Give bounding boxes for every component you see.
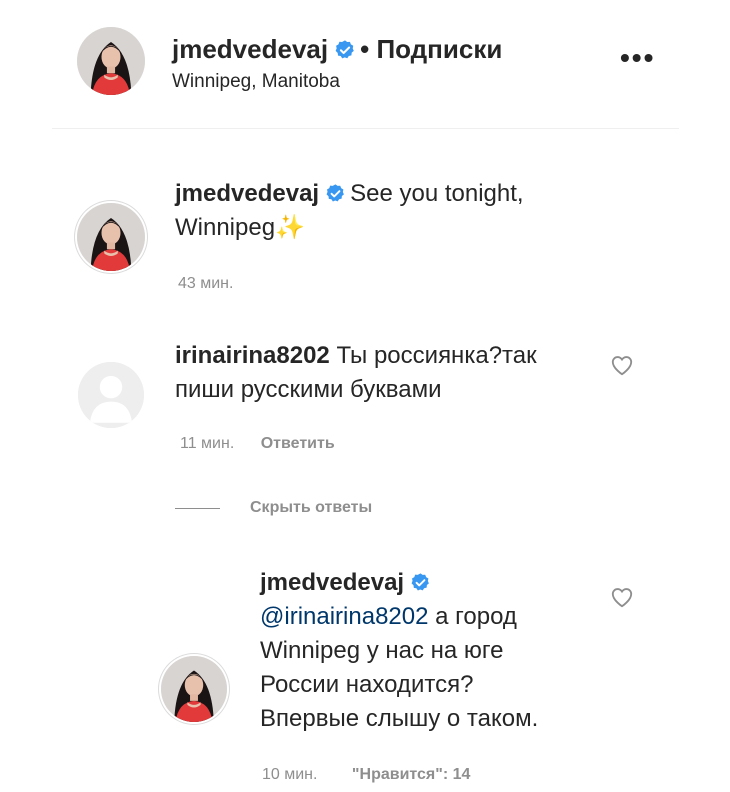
more-options-icon[interactable]: ••• — [620, 44, 655, 72]
avatar-image — [77, 27, 145, 95]
reply-mention-link[interactable]: @irinairina8202 — [260, 603, 428, 630]
avatar-image — [77, 203, 145, 271]
header-location[interactable]: Winnipeg, Manitoba — [172, 71, 340, 93]
hide-replies-button[interactable]: Скрыть ответы — [250, 499, 372, 517]
header-separator: • — [360, 34, 370, 64]
header-username[interactable]: jmedvedevaj — [172, 34, 328, 64]
hide-replies-line — [175, 508, 220, 509]
caption-avatar[interactable] — [77, 203, 145, 271]
verified-badge-icon — [325, 183, 346, 204]
default-avatar-icon — [78, 362, 144, 428]
reply-avatar[interactable] — [161, 656, 227, 722]
caption-line2: Winnipeg — [175, 214, 276, 241]
comment-avatar[interactable] — [78, 362, 144, 428]
comment-meta: 11 мин. Ответить — [180, 435, 335, 453]
reply-line3: России находится? — [260, 671, 474, 698]
caption-username[interactable]: jmedvedevaj — [175, 180, 319, 207]
comment-line2: пиши русскими буквами — [175, 376, 442, 403]
verified-badge-icon — [334, 39, 356, 61]
reply-like-heart-icon[interactable] — [609, 584, 635, 610]
reply-line4: Впервые слышу о таком. — [260, 705, 539, 732]
comment-username[interactable]: irinairina8202 — [175, 342, 330, 369]
caption-text: jmedvedevaj See you tonight, Winnipeg✨ — [175, 177, 595, 245]
reply-text: jmedvedevaj @irinairina8202 а город Winn… — [260, 566, 600, 736]
caption-line1: See you tonight, — [350, 180, 524, 207]
header-divider — [52, 128, 679, 129]
verified-badge-icon — [410, 572, 431, 593]
comment-like-heart-icon[interactable] — [609, 352, 635, 378]
reply-username[interactable]: jmedvedevaj — [260, 569, 404, 596]
comment-text: irinairina8202 Ты россиянка?так пиши рус… — [175, 339, 595, 407]
comment-time[interactable]: 11 мин. — [180, 435, 234, 452]
sparkles-emoji: ✨ — [275, 214, 305, 241]
caption-time[interactable]: 43 мин. — [178, 275, 233, 293]
header-avatar[interactable] — [77, 27, 145, 95]
reply-likes-count[interactable]: "Нравится": 14 — [352, 766, 471, 783]
reply-line2: Winnipeg у нас на юге — [260, 637, 504, 664]
reply-button[interactable]: Ответить — [261, 435, 335, 452]
following-button[interactable]: Подписки — [376, 34, 502, 64]
reply-time[interactable]: 10 мин. — [262, 766, 317, 783]
avatar-image — [161, 656, 227, 722]
reply-meta: 10 мин. "Нравится": 14 — [262, 766, 470, 784]
reply-line1-rest: а город — [428, 603, 517, 630]
comment-line1: Ты россиянка?так — [336, 342, 537, 369]
header-user-row: jmedvedevaj • Подписки — [172, 34, 502, 64]
